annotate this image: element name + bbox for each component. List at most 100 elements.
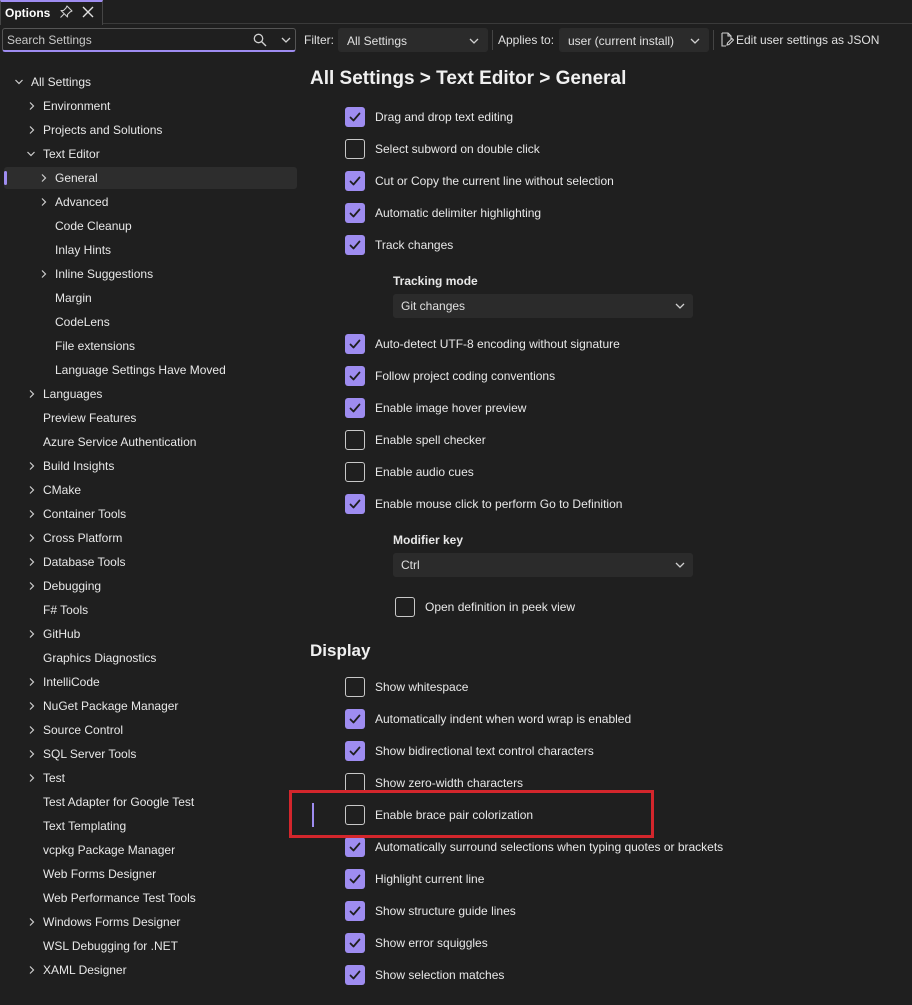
tree-item-text-editor[interactable]: Text Editor: [4, 143, 297, 165]
tree-item-container-tools[interactable]: Container Tools: [4, 503, 297, 525]
tree-item-inlay-hints[interactable]: Inlay Hints: [4, 239, 297, 261]
chevron-right-icon[interactable]: [39, 197, 49, 207]
checkbox[interactable]: [345, 837, 365, 857]
checkbox[interactable]: [345, 709, 365, 729]
checkmark-icon: [349, 970, 361, 980]
checkbox[interactable]: [345, 430, 365, 450]
checkbox[interactable]: [345, 677, 365, 697]
chevron-down-icon[interactable]: [14, 77, 24, 87]
tree-item-build-insights[interactable]: Build Insights: [4, 455, 297, 477]
tree-item-all-settings[interactable]: All Settings: [4, 71, 297, 93]
page-title: All Settings > Text Editor > General: [310, 68, 627, 89]
tree-item-github[interactable]: GitHub: [4, 623, 297, 645]
checkbox[interactable]: [345, 933, 365, 953]
modifier-key-value: Ctrl: [401, 558, 420, 572]
tree-item-xaml-designer[interactable]: XAML Designer: [4, 959, 297, 981]
chevron-right-icon[interactable]: [27, 461, 37, 471]
chevron-right-icon[interactable]: [27, 629, 37, 639]
chevron-right-icon[interactable]: [27, 125, 37, 135]
tree-item-sql-server-tools[interactable]: SQL Server Tools: [4, 743, 297, 765]
tree-item-code-cleanup[interactable]: Code Cleanup: [4, 215, 297, 237]
tree-item-web-performance-test-tools[interactable]: Web Performance Test Tools: [4, 887, 297, 909]
checkbox[interactable]: [345, 398, 365, 418]
options-tab[interactable]: Options: [0, 0, 103, 25]
search-input[interactable]: [7, 32, 247, 48]
checkbox[interactable]: [345, 494, 365, 514]
chevron-right-icon[interactable]: [27, 725, 37, 735]
chevron-down-icon[interactable]: [281, 35, 291, 45]
chevron-right-icon[interactable]: [27, 677, 37, 687]
tracking-mode-dropdown[interactable]: Git changes: [393, 294, 693, 318]
checkbox[interactable]: [345, 171, 365, 191]
tree-item-text-templating[interactable]: Text Templating: [4, 815, 297, 837]
chevron-right-icon[interactable]: [39, 173, 49, 183]
chevron-right-icon[interactable]: [27, 485, 37, 495]
checkbox[interactable]: [345, 901, 365, 921]
checkmark-icon: [349, 403, 361, 413]
checkbox[interactable]: [345, 334, 365, 354]
checkbox[interactable]: [345, 235, 365, 255]
tree-item-fsharp-tools[interactable]: F# Tools: [4, 599, 297, 621]
filter-dropdown[interactable]: All Settings: [338, 28, 488, 52]
tree-item-preview-features[interactable]: Preview Features: [4, 407, 297, 429]
tree-item-vcpkg-package-manager[interactable]: vcpkg Package Manager: [4, 839, 297, 861]
checkbox[interactable]: [345, 366, 365, 386]
checkbox[interactable]: [345, 462, 365, 482]
tree-item-advanced[interactable]: Advanced: [4, 191, 297, 213]
modifier-key-dropdown[interactable]: Ctrl: [393, 553, 693, 577]
tree-item-test-adapter-google-test[interactable]: Test Adapter for Google Test: [4, 791, 297, 813]
tree-item-language-settings-moved[interactable]: Language Settings Have Moved: [4, 359, 297, 381]
applies-to-dropdown[interactable]: user (current install): [559, 28, 709, 52]
pin-icon[interactable]: [59, 5, 73, 19]
tree-item-general[interactable]: General: [4, 167, 297, 189]
checkbox[interactable]: [345, 965, 365, 985]
tree-item-windows-forms-designer[interactable]: Windows Forms Designer: [4, 911, 297, 933]
checkbox[interactable]: [395, 597, 415, 617]
tree-item-test[interactable]: Test: [4, 767, 297, 789]
search-box[interactable]: [2, 28, 296, 52]
chevron-right-icon[interactable]: [27, 701, 37, 711]
tree-item-debugging[interactable]: Debugging: [4, 575, 297, 597]
tree-item-languages[interactable]: Languages: [4, 383, 297, 405]
selection-indicator: [4, 171, 7, 185]
checkbox[interactable]: [345, 139, 365, 159]
tree-item-inline-suggestions[interactable]: Inline Suggestions: [4, 263, 297, 285]
checkbox[interactable]: [345, 869, 365, 889]
tree-item-intellicode[interactable]: IntelliCode: [4, 671, 297, 693]
tree-item-azure-service-authentication[interactable]: Azure Service Authentication: [4, 431, 297, 453]
tree-item-nuget-package-manager[interactable]: NuGet Package Manager: [4, 695, 297, 717]
tree-item-environment[interactable]: Environment: [4, 95, 297, 117]
checkmark-icon: [349, 371, 361, 381]
tree-item-codelens[interactable]: CodeLens: [4, 311, 297, 333]
applies-to-value: user (current install): [568, 34, 675, 48]
tree-item-cmake[interactable]: CMake: [4, 479, 297, 501]
tracking-mode-label: Tracking mode: [393, 274, 478, 288]
chevron-right-icon[interactable]: [27, 965, 37, 975]
tree-item-file-extensions[interactable]: File extensions: [4, 335, 297, 357]
chevron-right-icon[interactable]: [27, 917, 37, 927]
checkmark-icon: [349, 499, 361, 509]
chevron-right-icon[interactable]: [27, 101, 37, 111]
checkbox[interactable]: [345, 107, 365, 127]
close-icon[interactable]: [81, 5, 95, 19]
chevron-right-icon[interactable]: [39, 269, 49, 279]
chevron-right-icon[interactable]: [27, 773, 37, 783]
search-icon[interactable]: [253, 33, 267, 47]
chevron-down-icon[interactable]: [26, 149, 36, 159]
tree-item-source-control[interactable]: Source Control: [4, 719, 297, 741]
chevron-right-icon[interactable]: [27, 509, 37, 519]
tree-item-graphics-diagnostics[interactable]: Graphics Diagnostics: [4, 647, 297, 669]
chevron-right-icon[interactable]: [27, 581, 37, 591]
tree-item-web-forms-designer[interactable]: Web Forms Designer: [4, 863, 297, 885]
checkbox[interactable]: [345, 203, 365, 223]
tree-item-projects-and-solutions[interactable]: Projects and Solutions: [4, 119, 297, 141]
chevron-right-icon[interactable]: [27, 533, 37, 543]
tree-item-database-tools[interactable]: Database Tools: [4, 551, 297, 573]
tree-item-cross-platform[interactable]: Cross Platform: [4, 527, 297, 549]
chevron-right-icon[interactable]: [27, 557, 37, 567]
tree-item-margin[interactable]: Margin: [4, 287, 297, 309]
chevron-right-icon[interactable]: [27, 389, 37, 399]
tree-item-wsl-debugging[interactable]: WSL Debugging for .NET: [4, 935, 297, 957]
chevron-right-icon[interactable]: [27, 749, 37, 759]
checkbox[interactable]: [345, 741, 365, 761]
